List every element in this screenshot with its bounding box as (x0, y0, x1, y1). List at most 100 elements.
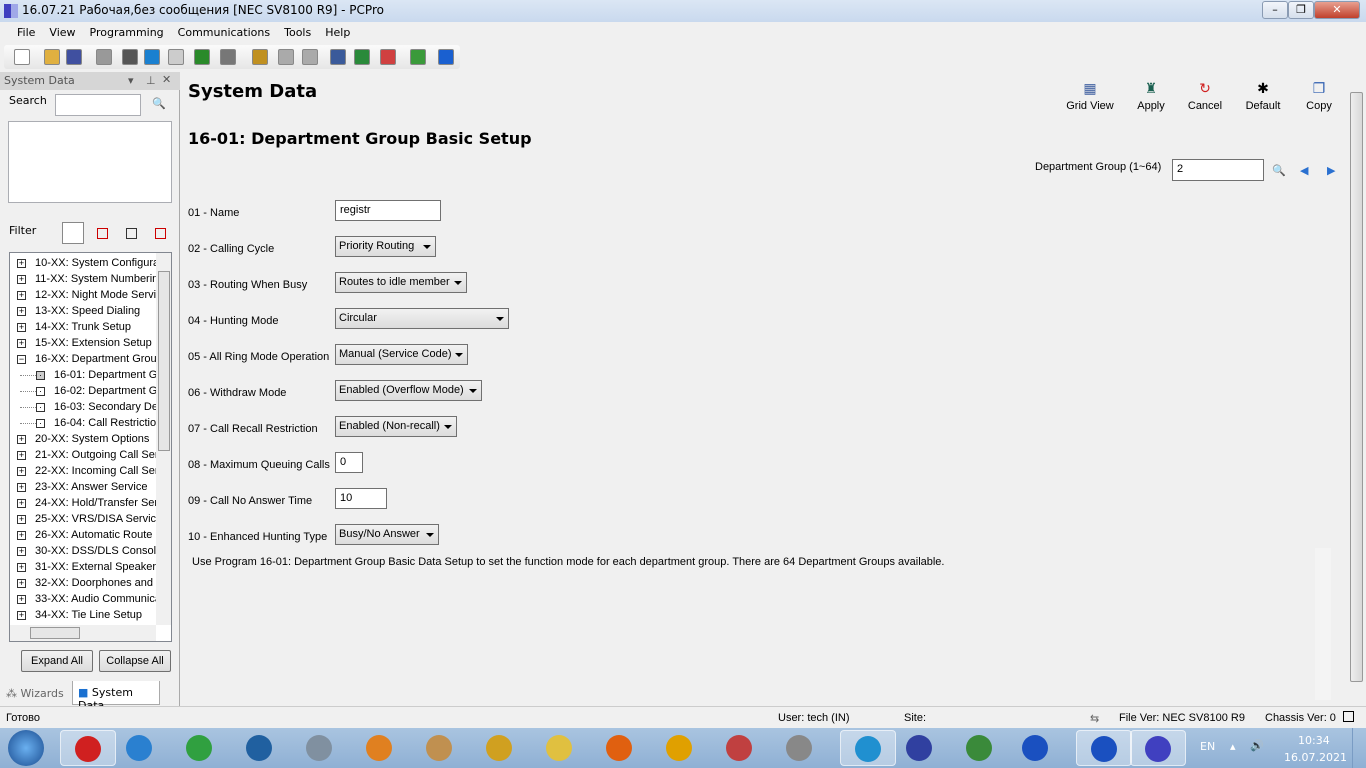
monitor-taskbar-button[interactable] (902, 730, 938, 766)
tree-hscroll-thumb[interactable] (30, 627, 80, 639)
field-select[interactable]: Manual (Service Code) (335, 344, 468, 365)
menu-file[interactable]: File (10, 22, 42, 39)
filter-icon[interactable] (220, 49, 236, 65)
scroll-thumb[interactable] (1350, 92, 1363, 682)
description-scrollbar[interactable] (1315, 548, 1331, 700)
expand-icon[interactable]: + (17, 307, 26, 316)
field-select[interactable]: Priority Routing (335, 236, 436, 257)
settings-icon[interactable] (96, 49, 112, 65)
next-icon[interactable]: ▶ (1327, 164, 1335, 177)
field-select[interactable]: Busy/No Answer (335, 524, 439, 545)
expand-icon[interactable]: + (17, 451, 26, 460)
minimize-button[interactable]: – (1262, 1, 1288, 19)
close-panel-icon[interactable]: ✕ (162, 73, 171, 86)
node-icon[interactable]: · (36, 387, 45, 396)
menu-view[interactable]: View (42, 22, 82, 39)
expand-icon[interactable]: + (17, 579, 26, 588)
tree-hscrollbar[interactable] (10, 625, 156, 641)
expand-icon[interactable]: + (17, 531, 26, 540)
open-icon[interactable] (44, 49, 60, 65)
field-input[interactable]: 10 (335, 488, 387, 509)
expand-icon[interactable]: + (17, 291, 26, 300)
expand-icon[interactable]: + (17, 323, 26, 332)
search-results-list[interactable] (8, 121, 172, 203)
tree-item[interactable]: · 16-03: Secondary De (10, 399, 160, 415)
expand-icon[interactable]: + (17, 467, 26, 476)
copy-button[interactable]: ❐ Copy (1290, 80, 1348, 112)
grid-view-button[interactable]: ▦ Grid View (1061, 80, 1119, 112)
compass-taskbar-button[interactable] (962, 730, 998, 766)
tree-item[interactable]: +30-XX: DSS/DLS Console (10, 543, 162, 559)
apply-button[interactable]: ♜ Apply (1122, 80, 1180, 112)
main-scrollbar[interactable] (1348, 72, 1366, 706)
download-icon[interactable] (278, 49, 294, 65)
start-button[interactable] (8, 730, 44, 766)
tree-item[interactable]: +24-XX: Hold/Transfer Ser (10, 495, 160, 511)
gauge-icon[interactable] (330, 49, 346, 65)
tab-system-data[interactable]: ■ System Data (72, 681, 160, 712)
book-icon[interactable] (354, 49, 370, 65)
tree-item[interactable]: +21-XX: Outgoing Call Serv (10, 447, 164, 463)
diagram-icon[interactable] (410, 49, 426, 65)
pcpro-taskbar-button[interactable] (1130, 730, 1186, 766)
search-icon[interactable]: 🔍 (152, 97, 166, 110)
checklist-icon[interactable] (380, 49, 396, 65)
tree-item[interactable]: +12-XX: Night Mode Servic (10, 287, 162, 303)
maximize-button[interactable]: ❐ (1288, 1, 1314, 19)
field-input[interactable]: registr (335, 200, 441, 221)
tree-item[interactable]: · 16-01: Department Gr (10, 367, 161, 383)
tab-wizards[interactable]: ⁂ Wizards (2, 683, 72, 704)
installer-taskbar-button[interactable] (362, 730, 398, 766)
expand-icon[interactable]: + (17, 563, 26, 572)
yandex-browser-taskbar-button[interactable] (60, 730, 116, 766)
field-select[interactable]: Enabled (Overflow Mode) (335, 380, 482, 401)
expand-all-button[interactable]: Expand All (21, 650, 93, 672)
field-select[interactable]: Routes to idle member (335, 272, 467, 293)
expand-icon[interactable]: + (17, 259, 26, 268)
filter-default-icon[interactable] (155, 228, 166, 239)
expand-icon[interactable]: + (17, 275, 26, 284)
speedometer-taskbar-button[interactable] (722, 730, 758, 766)
node-icon[interactable]: · (36, 419, 45, 428)
clock-date[interactable]: 16.07.2021 (1284, 751, 1347, 764)
expand-icon[interactable]: + (17, 515, 26, 524)
previous-icon[interactable]: ◀ (1300, 164, 1308, 177)
board-icon[interactable] (194, 49, 210, 65)
media-player-2-taskbar-button[interactable] (1076, 730, 1132, 766)
expand-icon[interactable]: + (17, 611, 26, 620)
pin-icon[interactable]: ⊥ (146, 74, 156, 87)
expand-icon[interactable]: + (17, 483, 26, 492)
tree-item[interactable]: +14-XX: Trunk Setup (10, 319, 160, 335)
dropdown-icon[interactable]: ▾ (128, 74, 134, 87)
tree-item[interactable]: +15-XX: Extension Setup (10, 335, 160, 351)
tree-item[interactable]: −16-XX: Department Group (10, 351, 163, 367)
contacts-taskbar-button[interactable] (422, 730, 458, 766)
tree-item[interactable]: +20-XX: System Options (10, 431, 160, 447)
upload-icon[interactable] (302, 49, 318, 65)
department-group-input[interactable]: 2 (1172, 159, 1264, 181)
filter-modified-icon[interactable] (97, 228, 108, 239)
show-desktop-button[interactable] (1352, 728, 1366, 768)
field-select[interactable]: Circular (335, 308, 509, 329)
tree-item[interactable]: +33-XX: Audio Communica (10, 591, 161, 607)
tree-item[interactable]: +31-XX: External Speakers (10, 559, 162, 575)
zoom-icon[interactable] (168, 49, 184, 65)
expand-icon[interactable]: + (17, 547, 26, 556)
internet-explorer-taskbar-button[interactable] (122, 730, 158, 766)
bim-taskbar-button[interactable] (782, 730, 818, 766)
tree-item[interactable]: +11-XX: System Numbering (10, 271, 164, 287)
show-hidden-icons[interactable]: ▴ (1230, 740, 1236, 753)
tree-item[interactable]: · 16-02: Department Gr (10, 383, 161, 399)
tree-scroll-thumb[interactable] (158, 271, 170, 451)
search-input[interactable] (55, 94, 141, 116)
tree-item[interactable]: +23-XX: Answer Service (10, 479, 160, 495)
tree-item[interactable]: · 16-04: Call Restrictior (10, 415, 160, 431)
expand-icon[interactable]: + (17, 339, 26, 348)
media-player-taskbar-button[interactable] (1018, 730, 1054, 766)
tools-taskbar-button[interactable] (662, 730, 698, 766)
menu-help[interactable]: Help (318, 22, 357, 39)
tree-vscrollbar[interactable] (156, 253, 171, 625)
cancel-button[interactable]: ↻ Cancel (1176, 80, 1234, 112)
language-indicator[interactable]: EN (1200, 740, 1215, 753)
tree-item[interactable]: +32-XX: Doorphones and S (10, 575, 163, 591)
